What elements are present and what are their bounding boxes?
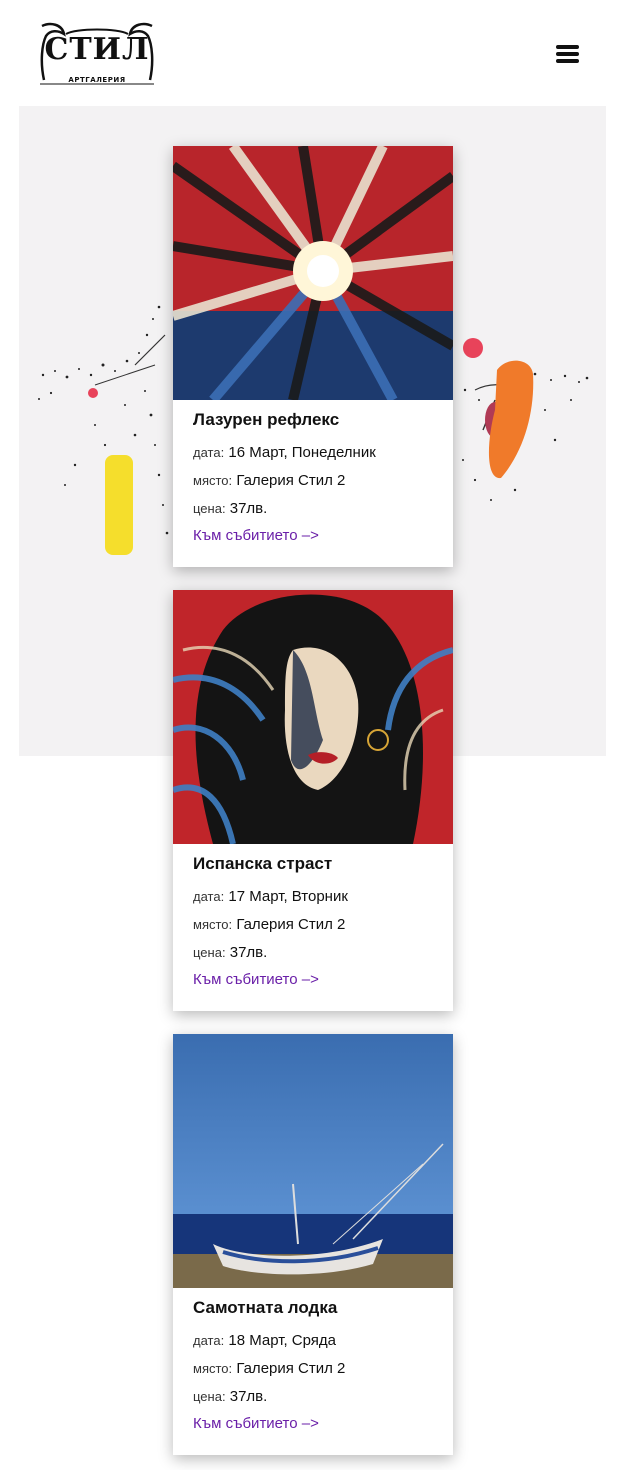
event-price-row: цена: 37лв. xyxy=(193,1383,433,1411)
event-place: Галерия Стил 2 xyxy=(236,916,346,933)
event-price: 37лв. xyxy=(229,500,268,517)
price-label: цена: xyxy=(193,1389,226,1404)
event-price: 37лв. xyxy=(229,944,268,961)
logo-subtitle: АРТГАЛЕРИЯ xyxy=(68,76,126,84)
event-image-sun-painting[interactable] xyxy=(173,146,453,400)
gallery-logo[interactable]: СТИЛ АРТГАЛЕРИЯ xyxy=(36,22,158,88)
event-place: Галерия Стил 2 xyxy=(236,1360,346,1377)
event-date: 18 Март, Сряда xyxy=(228,1332,336,1349)
event-place: Галерия Стил 2 xyxy=(236,472,346,489)
date-label: дата: xyxy=(193,1333,225,1348)
event-card[interactable]: Самотната лодка дата: 18 Март, Сряда мяс… xyxy=(173,1034,453,1455)
event-price: 37лв. xyxy=(229,1388,268,1405)
event-date: 16 Март, Понеделник xyxy=(228,444,376,461)
event-link[interactable]: Към събитието –> xyxy=(193,967,319,993)
event-image-woman-portrait[interactable] xyxy=(173,590,453,844)
site-header: СТИЛ АРТГАЛЕРИЯ xyxy=(0,0,625,106)
event-place-row: място: Галерия Стил 2 xyxy=(193,1355,433,1383)
paint-splash-right-decoration xyxy=(462,338,589,501)
place-label: място: xyxy=(193,917,233,932)
event-image-boat-painting[interactable] xyxy=(173,1034,453,1288)
event-date-row: дата: 18 Март, Сряда xyxy=(193,1327,433,1355)
event-price-row: цена: 37лв. xyxy=(193,939,433,967)
event-card[interactable]: Испанска страст дата: 17 Март, Вторник м… xyxy=(173,590,453,1011)
price-label: цена: xyxy=(193,945,226,960)
logo-wordmark: СТИЛ xyxy=(44,32,150,67)
date-label: дата: xyxy=(193,889,225,904)
event-link[interactable]: Към събитието –> xyxy=(193,1411,319,1437)
event-date-row: дата: 16 Март, Понеделник xyxy=(193,439,433,467)
place-label: място: xyxy=(193,1361,233,1376)
hamburger-menu-icon[interactable] xyxy=(552,42,584,70)
date-label: дата: xyxy=(193,445,225,460)
event-price-row: цена: 37лв. xyxy=(193,495,433,523)
event-card[interactable]: Лазурен рефлекс дата: 16 Март, Понеделни… xyxy=(173,146,453,567)
place-label: място: xyxy=(193,473,233,488)
paint-splash-left-decoration xyxy=(38,305,169,555)
event-title: Самотната лодка xyxy=(193,1298,338,1317)
event-title: Испанска страст xyxy=(193,854,333,873)
event-place-row: място: Галерия Стил 2 xyxy=(193,467,433,495)
event-place-row: място: Галерия Стил 2 xyxy=(193,911,433,939)
event-date: 17 Март, Вторник xyxy=(228,888,348,905)
event-title: Лазурен рефлекс xyxy=(193,410,340,429)
event-link[interactable]: Към събитието –> xyxy=(193,523,319,549)
price-label: цена: xyxy=(193,501,226,516)
event-date-row: дата: 17 Март, Вторник xyxy=(193,883,433,911)
